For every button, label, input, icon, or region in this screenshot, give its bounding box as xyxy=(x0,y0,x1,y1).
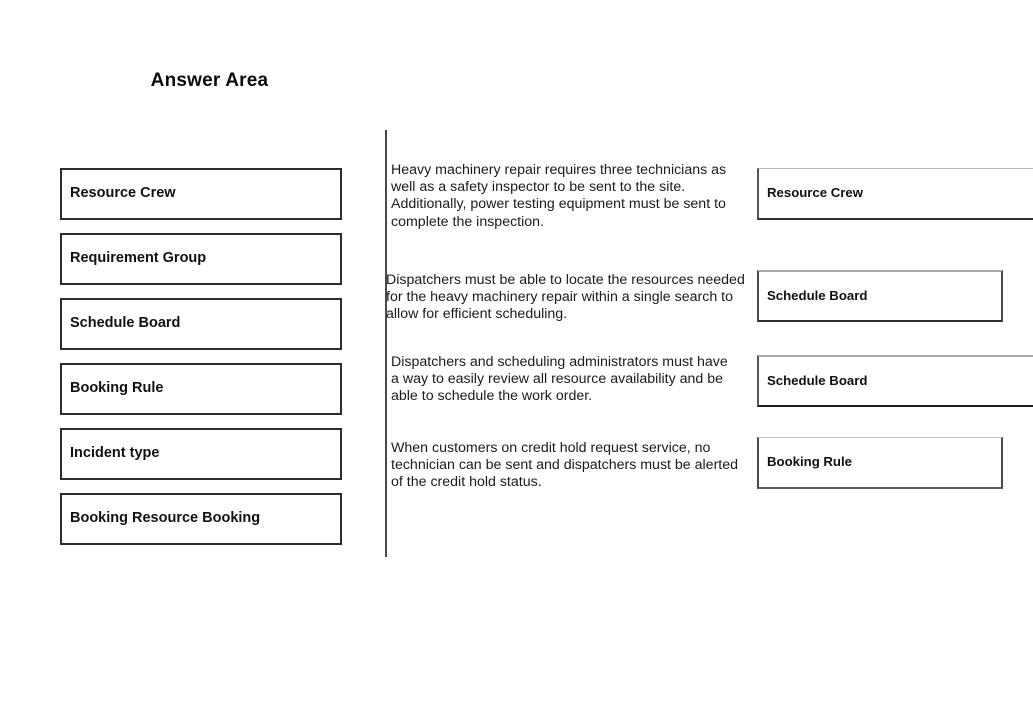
answer-slot-label: Booking Rule xyxy=(767,454,852,470)
requirement-statement: Heavy machinery repair requires three te… xyxy=(391,162,727,230)
source-option-label: Booking Resource Booking xyxy=(70,510,261,527)
answer-slot-3[interactable]: Schedule Board xyxy=(757,355,1033,407)
source-option-label: Schedule Board xyxy=(70,315,181,332)
requirement-statement: Dispatchers must be able to locate the r… xyxy=(386,272,745,323)
requirement-statement: When customers on credit hold request se… xyxy=(391,440,739,491)
answer-slot-2[interactable]: Schedule Board xyxy=(757,270,1003,322)
requirement-statement: Dispatchers and scheduling administrator… xyxy=(391,354,728,405)
source-options-list: Resource Crew Requirement Group Schedule… xyxy=(60,168,342,558)
source-option-incident-type[interactable]: Incident type xyxy=(60,428,342,480)
source-option-schedule-board[interactable]: Schedule Board xyxy=(60,298,342,350)
answer-slot-label: Schedule Board xyxy=(767,372,868,388)
answer-slot-label: Resource Crew xyxy=(767,185,864,201)
source-option-label: Resource Crew xyxy=(70,185,176,202)
source-option-label: Incident type xyxy=(70,445,160,462)
answer-slot-label: Schedule Board xyxy=(767,287,868,303)
source-option-requirement-group[interactable]: Requirement Group xyxy=(60,233,342,285)
source-option-label: Requirement Group xyxy=(70,250,207,267)
answer-slot-4[interactable]: Booking Rule xyxy=(757,437,1003,489)
question-canvas: Answer Area Resource Crew Requirement Gr… xyxy=(0,0,1033,723)
source-option-label: Booking Rule xyxy=(70,380,164,397)
source-option-booking-rule[interactable]: Booking Rule xyxy=(60,363,342,415)
page-title-text: Answer Area xyxy=(150,70,269,91)
vertical-divider xyxy=(385,130,387,557)
answer-slot-1[interactable]: Resource Crew xyxy=(757,168,1033,220)
page-title: Answer Area xyxy=(0,70,1033,92)
source-option-booking-resource-booking[interactable]: Booking Resource Booking xyxy=(60,493,342,545)
source-option-resource-crew[interactable]: Resource Crew xyxy=(60,168,342,220)
